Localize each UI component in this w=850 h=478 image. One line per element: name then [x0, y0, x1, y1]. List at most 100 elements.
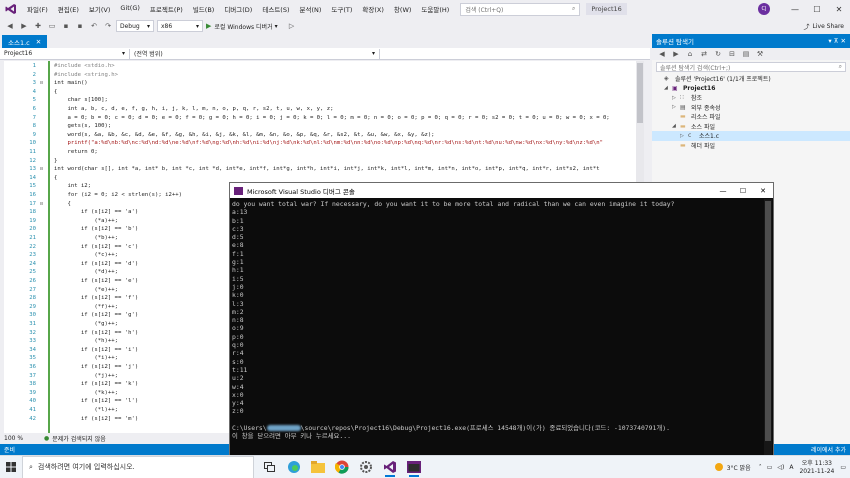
collapse-all-icon[interactable]: ⊟ — [726, 48, 738, 60]
close-button[interactable]: ✕ — [828, 5, 850, 14]
close-tab-icon[interactable]: ✕ — [36, 38, 41, 46]
save-all-icon[interactable]: ▪ — [74, 20, 86, 32]
fold-toggle-icon[interactable]: ⊟ — [40, 200, 43, 209]
tree-expand-icon[interactable]: ◢ — [664, 85, 672, 91]
pin-icon[interactable]: ▾ ⊼ ✕ — [828, 37, 846, 45]
tree-item-label: 소스1.c — [699, 133, 720, 141]
menu-item[interactable]: 확장(X) — [357, 4, 389, 14]
menu-item[interactable]: 테스트(S) — [257, 4, 294, 14]
open-folder-icon[interactable]: ▭ — [46, 20, 58, 32]
menu-item[interactable]: 분석(N) — [295, 4, 327, 14]
fold-toggle-icon[interactable]: ⊟ — [40, 165, 43, 174]
live-share-button[interactable]: ⤴ Live Share — [804, 18, 845, 34]
taskbar-search-input[interactable]: ⌕ 검색하려면 여기에 입력하십시오. — [22, 455, 254, 478]
visual-studio-taskbar-icon[interactable] — [380, 457, 400, 477]
windows-start-button[interactable] — [0, 462, 22, 472]
tree-expand-icon[interactable]: ▷ — [672, 95, 680, 101]
minimize-button[interactable]: — — [713, 187, 733, 195]
fold-toggle-icon[interactable]: ⊟ — [40, 79, 43, 88]
console-output[interactable]: do you want total war? If necessary, do … — [232, 200, 762, 455]
project-dropdown[interactable]: Project16 ▾ — [0, 48, 130, 59]
code-text: if (s[i2] == 'd') — [54, 260, 139, 267]
config-select[interactable]: Debug ▾ — [116, 20, 154, 32]
run-label: 로컬 Windows 디버거 — [214, 23, 273, 31]
menu-item[interactable]: 편집(E) — [53, 4, 84, 14]
tree-expand-icon[interactable]: ▷ — [680, 133, 688, 139]
show-all-icon[interactable]: ▤ — [740, 48, 752, 60]
close-button[interactable]: ✕ — [753, 187, 773, 195]
tray-chevron-icon[interactable]: ˄ — [759, 464, 762, 471]
search-input[interactable]: 검색 (Ctrl+Q) ⌕ — [460, 2, 581, 16]
forward-icon[interactable]: ▶ — [670, 48, 682, 60]
console-scrollbar[interactable] — [764, 199, 772, 456]
forward-icon[interactable]: ▶ — [18, 20, 30, 32]
tree-item[interactable]: ▷ c 소스1.c — [652, 131, 850, 141]
start-without-debug-icon[interactable]: ▷ — [286, 20, 298, 32]
new-item-icon[interactable]: ✚ — [32, 20, 44, 32]
ime-indicator[interactable]: A — [789, 464, 793, 471]
console-result-line: i:5 — [232, 274, 244, 283]
back-icon[interactable]: ◀ — [656, 48, 668, 60]
home-icon[interactable]: ⌂ — [684, 48, 696, 60]
menu-item[interactable]: Git(G) — [115, 4, 145, 14]
sync-icon[interactable]: ⇄ — [698, 48, 710, 60]
scrollbar-thumb[interactable] — [637, 63, 643, 123]
back-icon[interactable]: ◀ — [4, 20, 16, 32]
config-value: Debug — [120, 22, 140, 30]
run-debugger-button[interactable]: ▶ 로컬 Windows 디버거 ▾ — [206, 20, 278, 32]
code-line: 3 ⊟ int main() — [4, 79, 644, 88]
scope-dropdown[interactable]: (전역 범위) ▾ — [130, 48, 380, 59]
refresh-icon[interactable]: ↻ — [712, 48, 724, 60]
tree-item[interactable]: ◢ ▣ Project16 — [652, 84, 850, 94]
save-icon[interactable]: ▪ — [60, 20, 72, 32]
redo-icon[interactable]: ↷ — [102, 20, 114, 32]
platform-select[interactable]: x86 ▾ — [157, 20, 203, 32]
wrench-icon[interactable]: ⚒ — [754, 48, 766, 60]
network-icon[interactable]: ▭ — [767, 464, 773, 471]
console-result-line: a:13 — [232, 208, 248, 217]
menu-item[interactable]: 파일(F) — [22, 4, 53, 14]
menu-item[interactable]: 도움말(H) — [416, 4, 454, 14]
menu-item[interactable]: 디버그(D) — [219, 4, 257, 14]
line-number: 36 — [29, 364, 36, 370]
tree-item[interactable]: ▬ 헤더 파일 — [652, 141, 850, 151]
tree-item[interactable]: ▷ ∷ 참조 — [652, 93, 850, 103]
tree-item[interactable]: ◈ 솔루션 'Project16' (1/1개 프로젝트) — [652, 74, 850, 84]
menu-item[interactable]: 보기(V) — [84, 4, 115, 14]
menu-item[interactable]: 빌드(B) — [188, 4, 220, 14]
task-view-icon[interactable] — [260, 457, 280, 477]
tab-source1-c[interactable]: 소스1.c ✕ — [2, 35, 48, 48]
console-result-line: r:4 — [232, 349, 244, 358]
minimize-button[interactable]: — — [784, 5, 806, 14]
code-text: if (s[i2] == 'f') — [54, 295, 139, 302]
avatar[interactable]: CJ — [758, 3, 770, 15]
undo-icon[interactable]: ↶ — [88, 20, 100, 32]
tree-item[interactable]: ▬ 리소스 파일 — [652, 112, 850, 122]
solution-search-input[interactable]: 솔루션 탐색기 검색(Ctrl+;) ⌕ — [656, 62, 846, 72]
volume-icon[interactable]: ◁) — [777, 464, 784, 471]
zoom-level[interactable]: 100 % — [4, 435, 44, 442]
weather-text[interactable]: 3°C 맑음 — [727, 463, 751, 472]
tree-expand-icon[interactable]: ▷ — [672, 104, 680, 110]
line-number: 19 — [29, 217, 36, 224]
tree-item[interactable]: ◢ ▬ 소스 파일 — [652, 122, 850, 132]
notification-icon[interactable]: ▭ — [840, 464, 846, 471]
maximize-button[interactable]: ☐ — [806, 5, 828, 14]
chrome-icon[interactable] — [332, 457, 352, 477]
maximize-button[interactable]: ☐ — [733, 187, 753, 195]
line-number: 16 — [29, 192, 36, 198]
add-to-source-control[interactable]: 레이에서 추가 — [811, 445, 846, 454]
platform-value: x86 — [161, 22, 173, 30]
tree-item[interactable]: ▷ ▤ 외부 종속성 — [652, 103, 850, 113]
menu-item[interactable]: 프로젝트(P) — [145, 4, 188, 14]
menu-item[interactable]: 도구(T) — [326, 4, 357, 14]
scrollbar-thumb[interactable] — [765, 201, 771, 441]
clock[interactable]: 오후 11:33 2021-11-24 — [799, 460, 834, 476]
tree-expand-icon[interactable]: ◢ — [672, 123, 680, 129]
console-taskbar-icon[interactable] — [404, 457, 424, 477]
edge-browser-icon[interactable] — [284, 457, 304, 477]
issues-status[interactable]: 문제가 검색되지 않음 — [52, 434, 106, 443]
file-explorer-icon[interactable] — [308, 457, 328, 477]
settings-gear-icon[interactable] — [356, 457, 376, 477]
menu-item[interactable]: 창(W) — [389, 4, 416, 14]
